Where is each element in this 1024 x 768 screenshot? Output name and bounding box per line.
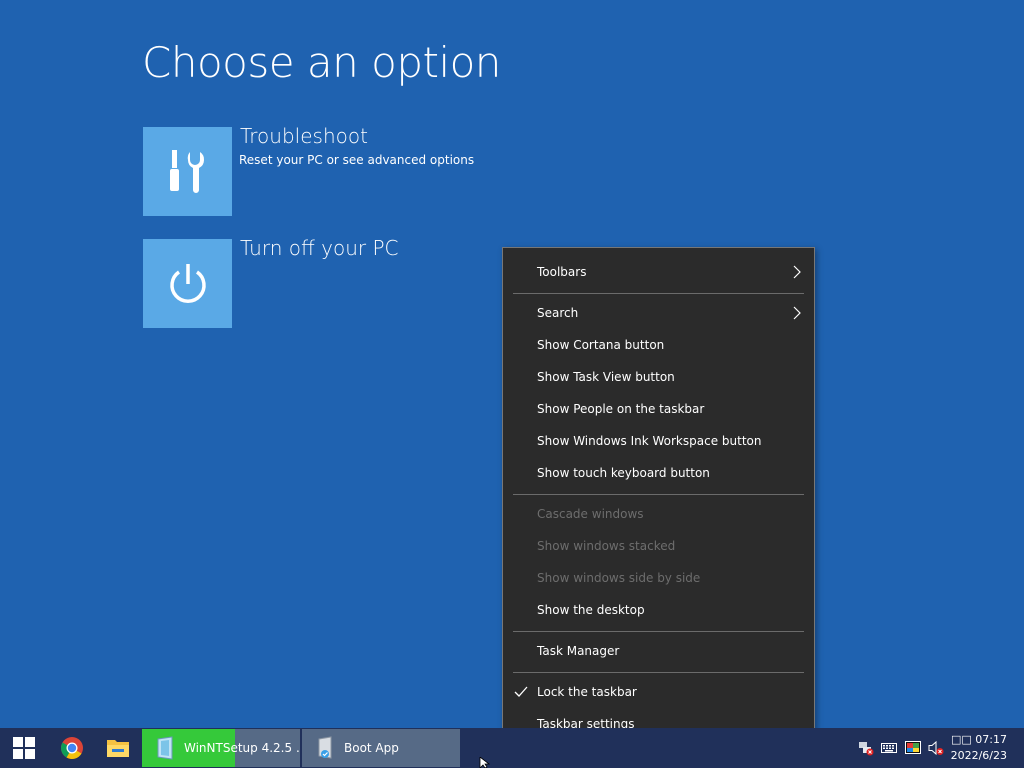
menu-item-windows-side-by-side: Show windows side by side xyxy=(503,563,814,593)
menu-item-label: Search xyxy=(537,306,579,320)
menu-item-show-cortana[interactable]: Show Cortana button xyxy=(503,330,814,360)
file-explorer-taskbar-icon[interactable] xyxy=(94,728,142,768)
folder-icon xyxy=(107,740,129,757)
menu-item-label: Show Windows Ink Workspace button xyxy=(537,434,762,448)
mouse-cursor-icon xyxy=(479,757,491,768)
tools-icon xyxy=(169,149,204,193)
turn-off-title: Turn off your PC xyxy=(240,236,399,260)
menu-item-label: Show People on the taskbar xyxy=(537,402,705,416)
menu-item-task-manager[interactable]: Task Manager xyxy=(503,636,814,666)
taskbar-app-boot-app[interactable]: Boot App xyxy=(302,729,460,767)
clock-date[interactable]: 2022/6/23 xyxy=(951,749,1007,762)
windows-logo-icon xyxy=(13,737,35,759)
network-disconnected-icon[interactable] xyxy=(858,740,874,756)
menu-item-show-task-view[interactable]: Show Task View button xyxy=(503,362,814,392)
checkmark-icon xyxy=(514,686,528,697)
troubleshoot-title: Troubleshoot xyxy=(240,124,368,148)
menu-item-cascade-windows: Cascade windows xyxy=(503,499,814,529)
taskbar: WinNTSetup 4.2.5 ... Boot App □□ 07:17 2… xyxy=(0,728,1024,768)
menu-item-label: Task Manager xyxy=(537,644,620,658)
menu-item-show-ink-workspace[interactable]: Show Windows Ink Workspace button xyxy=(503,426,814,456)
volume-muted-icon[interactable] xyxy=(928,740,944,756)
turn-off-option[interactable]: Turn off your PC xyxy=(143,236,483,329)
menu-item-label: Lock the taskbar xyxy=(537,685,637,699)
menu-separator xyxy=(513,672,804,673)
menu-item-label: Toolbars xyxy=(537,265,587,279)
winntsetup-app-icon xyxy=(157,736,173,760)
menu-item-label: Cascade windows xyxy=(537,507,644,521)
taskbar-app-label: Boot App xyxy=(344,741,399,755)
troubleshoot-tile[interactable] xyxy=(143,127,232,216)
menu-item-windows-stacked: Show windows stacked xyxy=(503,531,814,561)
page-title: Choose an option xyxy=(142,38,501,87)
display-color-icon[interactable] xyxy=(905,740,921,756)
menu-item-show-people[interactable]: Show People on the taskbar xyxy=(503,394,814,424)
menu-separator xyxy=(513,494,804,495)
chrome-icon xyxy=(61,737,83,759)
boot-app-icon xyxy=(318,736,332,759)
keyboard-icon[interactable] xyxy=(881,740,897,756)
power-icon xyxy=(169,263,206,303)
menu-item-label: Show windows stacked xyxy=(537,539,676,553)
taskbar-app-label: WinNTSetup 4.2.5 ... xyxy=(184,741,300,755)
menu-separator xyxy=(513,631,804,632)
menu-item-label: Show windows side by side xyxy=(537,571,701,585)
start-button[interactable] xyxy=(0,728,48,768)
taskbar-app-winntsetup[interactable]: WinNTSetup 4.2.5 ... xyxy=(142,729,300,767)
turn-off-tile[interactable] xyxy=(143,239,232,328)
troubleshoot-option[interactable]: Troubleshoot Reset your PC or see advanc… xyxy=(143,124,483,217)
menu-item-label: Show the desktop xyxy=(537,603,645,617)
menu-item-label: Show touch keyboard button xyxy=(537,466,710,480)
menu-item-search[interactable]: Search xyxy=(503,298,814,328)
menu-item-label: Show Cortana button xyxy=(537,338,665,352)
menu-item-label: Show Task View button xyxy=(537,370,675,384)
chevron-right-icon xyxy=(793,306,801,320)
clock-time[interactable]: □□ 07:17 xyxy=(951,733,1007,746)
menu-item-lock-taskbar[interactable]: Lock the taskbar xyxy=(503,677,814,707)
menu-item-show-touch-keyboard[interactable]: Show touch keyboard button xyxy=(503,458,814,488)
chevron-right-icon xyxy=(793,265,801,279)
troubleshoot-description: Reset your PC or see advanced options xyxy=(239,153,475,167)
menu-item-toolbars[interactable]: Toolbars xyxy=(503,257,814,287)
chrome-taskbar-icon[interactable] xyxy=(48,728,96,768)
menu-separator xyxy=(513,293,804,294)
menu-item-show-desktop[interactable]: Show the desktop xyxy=(503,595,814,625)
taskbar-context-menu: Toolbars Search Show Cortana button Show… xyxy=(502,247,815,748)
